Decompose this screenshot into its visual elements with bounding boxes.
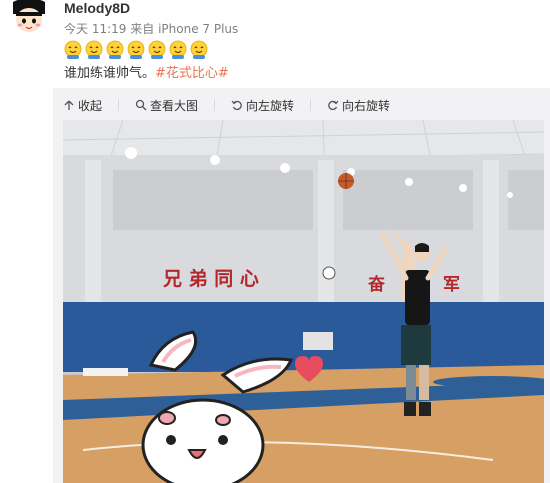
smile-emoji-icon	[127, 40, 145, 60]
post-source[interactable]: iPhone 7 Plus	[158, 22, 238, 36]
search-icon	[135, 99, 147, 111]
view-large-label: 查看大图	[150, 98, 199, 113]
image-toolbar: 收起 查看大图 向左旋转 向右旋转	[63, 96, 390, 114]
smile-emoji-icon	[85, 40, 103, 60]
user-avatar[interactable]	[9, 0, 49, 34]
post-time[interactable]: 今天 11:19	[64, 22, 126, 36]
weibo-post: Melody8D 今天 11:19 来自 iPhone 7 Plus 谁加练谁帅…	[0, 0, 550, 483]
smile-emoji-icon	[148, 40, 166, 60]
rotate-left-icon	[231, 100, 242, 111]
username[interactable]: Melody8D	[64, 0, 130, 16]
post-photo[interactable]: 兄 弟 同 心 奋 军	[63, 120, 544, 483]
emoji-row	[64, 40, 208, 60]
rotate-left-button[interactable]: 向左旋转	[231, 97, 294, 114]
source-prefix: 来自	[130, 22, 155, 36]
smile-emoji-icon	[190, 40, 208, 60]
collapse-label: 收起	[78, 98, 103, 113]
arrow-up-icon	[64, 100, 74, 110]
post-text-body: 谁加练谁帅气。	[64, 66, 156, 81]
smile-emoji-icon	[169, 40, 187, 60]
toolbar-divider	[118, 99, 120, 111]
post-text: 谁加练谁帅气。#花式比心#	[64, 66, 229, 82]
toolbar-divider	[214, 99, 216, 111]
collapse-button[interactable]: 收起	[63, 97, 102, 114]
rotate-right-icon	[328, 100, 339, 111]
toolbar-divider	[310, 99, 312, 111]
view-large-button[interactable]: 查看大图	[135, 97, 198, 114]
smile-emoji-icon	[64, 40, 82, 60]
post-meta: 今天 11:19 来自 iPhone 7 Plus	[64, 22, 238, 36]
wall-slogan-left: 兄 弟 同 心	[162, 267, 259, 290]
rotate-right-button[interactable]: 向右旋转	[327, 97, 390, 114]
rotate-left-label: 向左旋转	[246, 98, 295, 113]
rotate-right-label: 向右旋转	[342, 98, 391, 113]
wall-slogan-right: 奋	[367, 274, 386, 295]
smile-emoji-icon	[106, 40, 124, 60]
wall-slogan-right-2: 军	[443, 275, 460, 295]
hashtag-link[interactable]: #花式比心#	[155, 66, 229, 81]
